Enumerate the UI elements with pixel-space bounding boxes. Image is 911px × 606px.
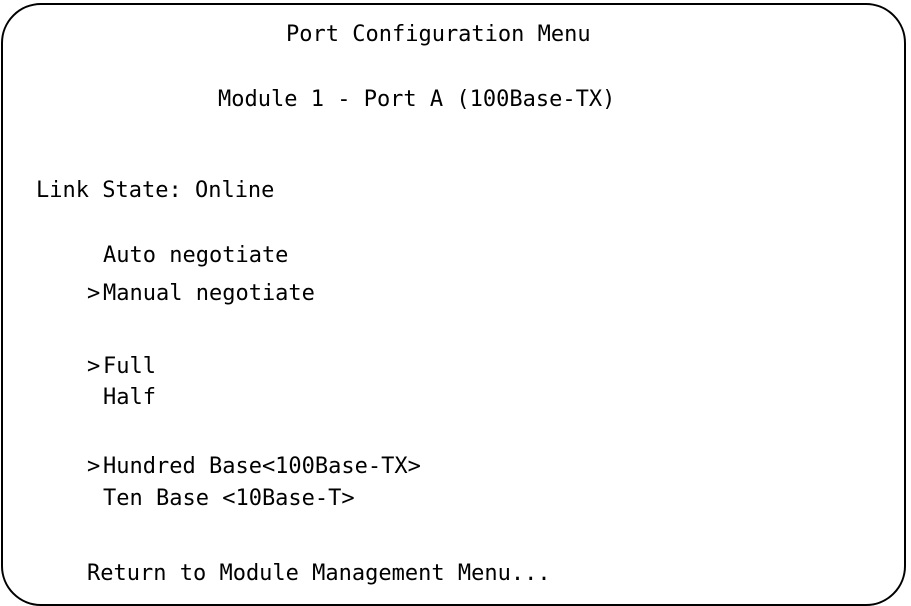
- selection-marker: >: [87, 281, 101, 306]
- option-full-duplex[interactable]: Full: [103, 354, 156, 380]
- link-state-label: Link State:: [36, 178, 182, 203]
- link-state-value: Online: [194, 178, 275, 203]
- option-manual-negotiate[interactable]: Manual negotiate: [103, 281, 315, 307]
- option-auto-negotiate[interactable]: Auto negotiate: [103, 243, 288, 269]
- menu-title: Port Configuration Menu: [286, 22, 591, 47]
- port-subtitle: Module 1 - Port A (100Base-TX): [218, 87, 616, 112]
- selection-marker: >: [87, 354, 101, 379]
- option-ten-base[interactable]: Ten Base <10Base-T>: [103, 486, 355, 512]
- link-state: Link State: Online: [36, 178, 274, 204]
- return-to-module-management-menu[interactable]: Return to Module Management Menu...: [87, 561, 551, 587]
- option-half-duplex[interactable]: Half: [103, 385, 156, 411]
- option-hundred-base[interactable]: Hundred Base<100Base-TX>: [103, 454, 421, 480]
- selection-marker: >: [87, 454, 101, 479]
